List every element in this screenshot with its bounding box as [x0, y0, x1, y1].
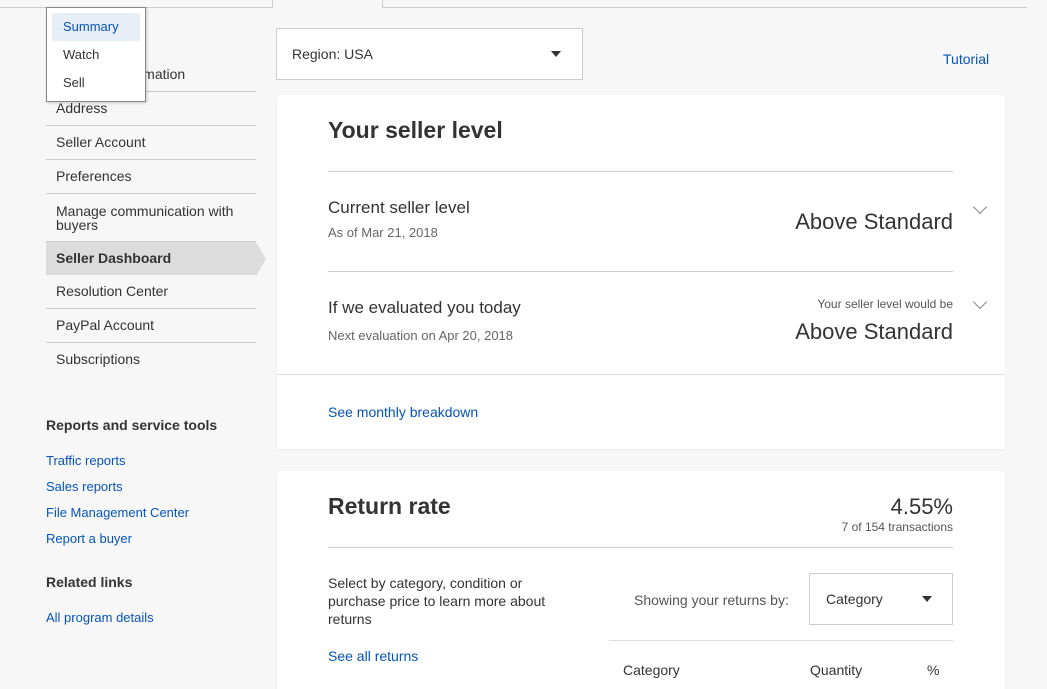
- report-a-buyer-link[interactable]: Report a buyer: [46, 531, 256, 546]
- navigation-popup-menu: Summary Watch Sell: [46, 7, 146, 102]
- seller-level-title: Your seller level: [328, 117, 503, 143]
- divider: [277, 374, 1005, 375]
- returns-by-select[interactable]: Category: [809, 573, 953, 625]
- column-header-percent[interactable]: %: [927, 662, 939, 678]
- traffic-reports-link[interactable]: Traffic reports: [46, 453, 256, 468]
- chevron-down-icon[interactable]: [972, 199, 988, 215]
- divider: [328, 547, 953, 548]
- return-rate-title: Return rate: [328, 493, 451, 519]
- return-rate-transactions: 7 of 154 transactions: [841, 520, 953, 534]
- region-select-label: Region: USA: [292, 46, 373, 62]
- see-all-returns-link[interactable]: See all returns: [328, 648, 418, 664]
- column-header-quantity[interactable]: Quantity: [810, 662, 862, 678]
- caret-down-icon: [551, 51, 561, 57]
- next-evaluation-date: Next evaluation on Apr 20, 2018: [328, 328, 514, 343]
- return-rate-description: Select by category, condition or purchas…: [328, 575, 546, 627]
- seller-level-card: Your seller level Current seller level A…: [277, 95, 1005, 449]
- sales-reports-link[interactable]: Sales reports: [46, 479, 256, 494]
- caret-down-icon: [922, 596, 932, 602]
- tab-strip-right: [382, 0, 1027, 8]
- popup-item-sell[interactable]: Sell: [52, 69, 140, 97]
- current-seller-level-value: Above Standard: [795, 209, 953, 234]
- table-header-divider: [609, 640, 953, 641]
- return-rate-value: 4.55%: [890, 494, 953, 519]
- divider: [328, 271, 953, 272]
- projected-seller-level-value: Above Standard: [795, 319, 953, 344]
- popup-item-summary[interactable]: Summary: [52, 13, 140, 41]
- sidebar-item-resolution-center[interactable]: Resolution Center: [46, 275, 256, 309]
- file-management-center-link[interactable]: File Management Center: [46, 505, 256, 520]
- account-sidebar: Personal Information Address Seller Acco…: [46, 56, 266, 636]
- tutorial-link[interactable]: Tutorial: [943, 51, 989, 67]
- evaluated-today-label: If we evaluated you today: [328, 298, 521, 317]
- projected-level-hint: Your seller level would be: [817, 297, 953, 311]
- sidebar-item-subscriptions[interactable]: Subscriptions: [46, 343, 256, 376]
- current-seller-level-label: Current seller level: [328, 198, 470, 217]
- popup-item-watch[interactable]: Watch: [52, 41, 140, 69]
- sidebar-item-preferences[interactable]: Preferences: [46, 160, 256, 194]
- sidebar-item-seller-dashboard[interactable]: Seller Dashboard: [46, 242, 266, 276]
- showing-returns-by-label: Showing your returns by:: [634, 592, 789, 608]
- column-header-category[interactable]: Category: [623, 662, 680, 678]
- related-links-heading: Related links: [46, 574, 133, 590]
- divider: [328, 171, 953, 172]
- return-rate-card: Return rate 4.55% 7 of 154 transactions …: [277, 471, 1005, 689]
- current-seller-level-date: As of Mar 21, 2018: [328, 225, 438, 240]
- region-select[interactable]: Region: USA: [276, 28, 583, 80]
- chevron-down-icon[interactable]: [972, 294, 988, 310]
- reports-heading: Reports and service tools: [46, 417, 218, 433]
- sidebar-item-manage-communication[interactable]: Manage communication with buyers: [46, 194, 256, 242]
- sidebar-item-paypal-account[interactable]: PayPal Account: [46, 309, 256, 343]
- sidebar-item-seller-account[interactable]: Seller Account: [46, 126, 256, 160]
- returns-by-select-value: Category: [826, 591, 883, 607]
- all-program-details-link[interactable]: All program details: [46, 610, 256, 625]
- monthly-breakdown-link[interactable]: See monthly breakdown: [328, 404, 478, 420]
